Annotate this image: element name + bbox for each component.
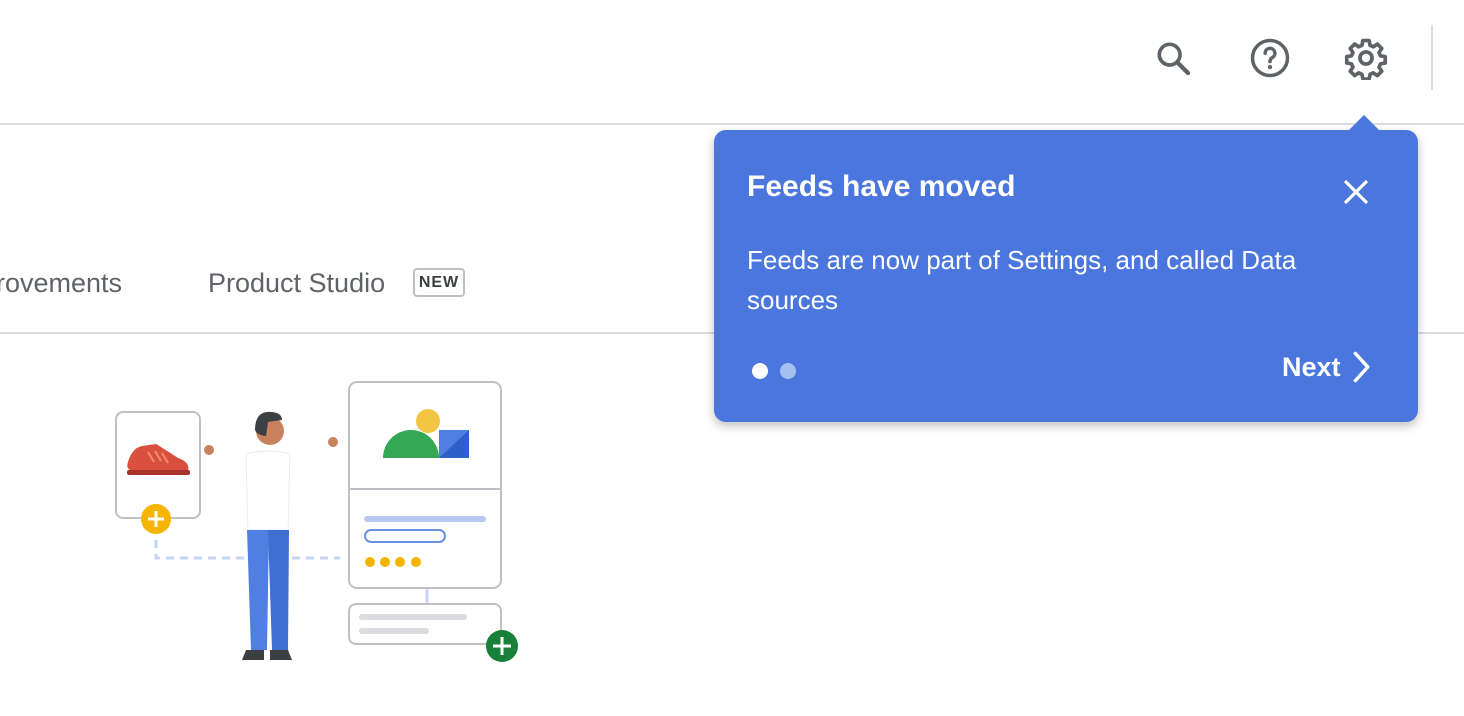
tab-product-studio[interactable]: Product Studio (208, 268, 385, 299)
popover-title: Feeds have moved (747, 170, 1016, 203)
new-badge: NEW (413, 268, 465, 297)
tab-label: Product Studio (208, 268, 386, 298)
top-bar (0, 0, 1464, 125)
page-dot-1[interactable] (752, 363, 768, 379)
help-icon (1250, 38, 1290, 78)
page-dot-2[interactable] (780, 363, 796, 379)
search-icon (1157, 42, 1191, 76)
page-indicator (752, 363, 796, 379)
popover-body: Feeds are now part of Settings, and call… (747, 245, 1297, 315)
next-label: Next (1282, 351, 1341, 382)
settings-button[interactable] (1341, 33, 1391, 83)
toolbar-divider (1431, 25, 1433, 90)
chevron-right-icon (1353, 351, 1370, 383)
close-icon (1344, 180, 1368, 204)
help-button[interactable] (1245, 33, 1295, 83)
tab-label: rovements (0, 268, 123, 298)
search-button[interactable] (1148, 33, 1198, 83)
next-button[interactable]: Next (1282, 350, 1375, 384)
feeds-moved-popover: Feeds have moved Feeds are now part of S… (714, 115, 1418, 422)
tab-improvements[interactable]: rovements (0, 268, 122, 299)
close-button[interactable] (1334, 170, 1378, 214)
popover-arrow (1348, 115, 1380, 131)
product-illustration (100, 370, 530, 685)
settings-icon (1344, 38, 1388, 80)
